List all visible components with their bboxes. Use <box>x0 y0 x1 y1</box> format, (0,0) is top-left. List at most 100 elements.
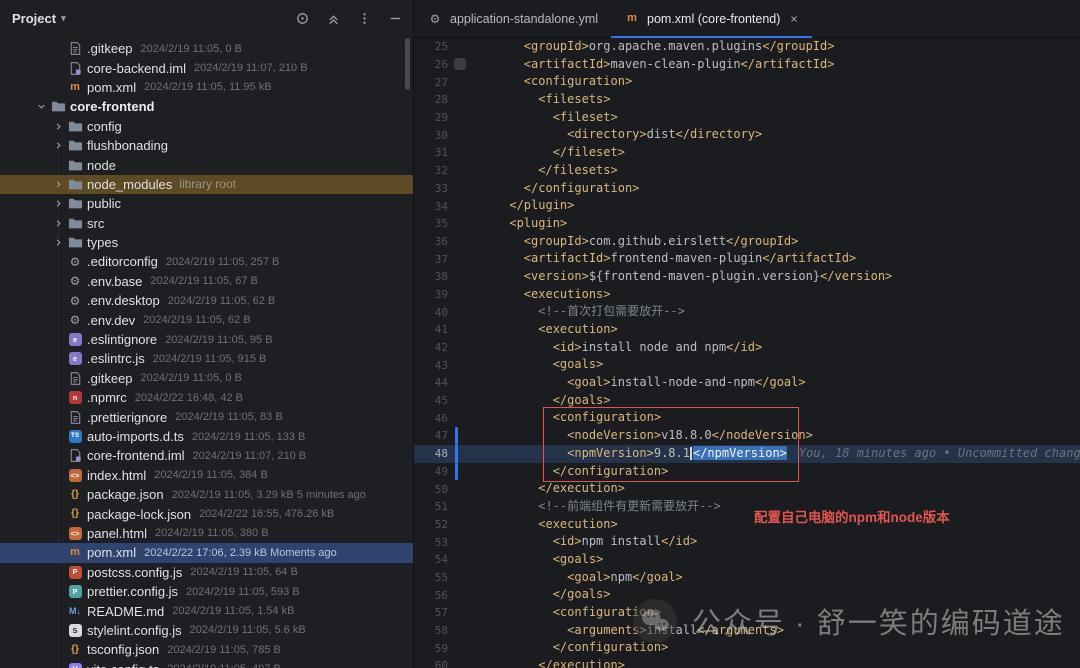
code-line-50[interactable]: 50 </execution> <box>414 480 1080 498</box>
code-line-48[interactable]: 48 <npmVersion>9.8.1 </npmVersion> You, 18… <box>414 444 1080 463</box>
code-line-46[interactable]: 46 <configuration> <box>414 409 1080 427</box>
tree-item-config[interactable]: config <box>0 117 413 136</box>
tree-item-index.html[interactable]: <> index.html 2024/2/19 11:05, 384 B <box>0 466 413 485</box>
code-line-40[interactable]: 40 <!--首次打包需要放开--> <box>414 303 1080 321</box>
code-line-29[interactable]: 29 <fileset> <box>414 109 1080 127</box>
tree-item-pom.xml[interactable]: m pom.xml 2024/2/19 11:05, 11.95 kB <box>0 78 413 97</box>
code-line-26[interactable]: 26 <artifactId>maven-clean-plugin</artif… <box>414 56 1080 74</box>
code-line-43[interactable]: 43 <goals> <box>414 356 1080 374</box>
tree-item-src[interactable]: src <box>0 214 413 233</box>
tree-item-.env.base[interactable]: ⚙ .env.base 2024/2/19 11:05, 67 B <box>0 272 413 291</box>
tree-item-core-backend.iml[interactable]: core-backend.iml 2024/2/19 11:07, 210 B <box>0 58 413 77</box>
code-line-52[interactable]: 52 <execution> <box>414 516 1080 534</box>
tree-item-meta: 2024/2/19 11:05, 83 B <box>175 411 283 424</box>
code-line-35[interactable]: 35 <plugin> <box>414 215 1080 233</box>
code-line-32[interactable]: 32 </filesets> <box>414 162 1080 180</box>
tree-item-stylelint.config.js[interactable]: Sstylelint.config.js 2024/2/19 11:05, 5.6… <box>0 621 413 640</box>
code-text: </filesets> <box>538 162 618 177</box>
code-line-45[interactable]: 45 </goals> <box>414 392 1080 410</box>
tab-application-standalone.yml[interactable]: ⚙ application-standalone.yml <box>414 0 611 37</box>
chevron-down-icon[interactable] <box>34 101 49 112</box>
code-line-49[interactable]: 49 </configuration> <box>414 463 1080 481</box>
tree-item-tsconfig.json[interactable]: {} tsconfig.json 2024/2/19 11:05, 785 B <box>0 640 413 659</box>
env-file-icon: ⚙ <box>69 313 81 328</box>
close-icon[interactable] <box>789 14 799 24</box>
more-icon[interactable] <box>356 10 372 26</box>
project-panel-toolbar <box>294 10 403 26</box>
code-text: <id>npm install</id> <box>552 534 698 549</box>
tree-item-.eslintignore[interactable]: e .eslintignore 2024/2/19 11:05, 95 B <box>0 330 413 349</box>
locate-icon[interactable] <box>294 10 310 26</box>
chevron-right-icon[interactable] <box>51 237 66 248</box>
collapse-all-icon[interactable] <box>325 10 341 26</box>
tree-item-.eslintrc.js[interactable]: e .eslintrc.js 2024/2/19 11:05, 915 B <box>0 349 413 368</box>
tree-item-prettier.config.js[interactable]: Pprettier.config.js 2024/2/19 11:05, 593 … <box>0 582 413 601</box>
tree-item-.env.dev[interactable]: ⚙ .env.dev 2024/2/19 11:05, 62 B <box>0 310 413 329</box>
project-view-selector[interactable]: Project ▾ <box>12 11 66 26</box>
code-line-37[interactable]: 37 <artifactId>frontend-maven-plugin</ar… <box>414 250 1080 268</box>
code-line-30[interactable]: 30 <directory>dist</directory> <box>414 126 1080 144</box>
tab-label: application-standalone.yml <box>450 11 599 26</box>
code-line-42[interactable]: 42 <id>install node and npm</id> <box>414 339 1080 357</box>
tree-item-core-frontend.iml[interactable]: core-frontend.iml 2024/2/19 11:07, 210 B <box>0 446 413 465</box>
code-line-41[interactable]: 41 <execution> <box>414 321 1080 339</box>
tree-item-package.json[interactable]: {} package.json 2024/2/19 11:05, 3.29 kB 5… <box>0 485 413 504</box>
code-line-25[interactable]: 25 <groupId>org.apache.maven.plugins</gr… <box>414 38 1080 56</box>
tree-item-panel.html[interactable]: <> panel.html 2024/2/19 11:05, 380 B <box>0 524 413 543</box>
tree-item-node_modules[interactable]: node_modules library root <box>0 174 413 195</box>
tree-item-flushbonading[interactable]: flushbonading <box>0 136 413 155</box>
tree-item-label: core-frontend.iml <box>87 448 185 464</box>
chevron-right-icon[interactable] <box>51 218 66 229</box>
editor[interactable]: 25 <groupId>org.apache.maven.plugins</gr… <box>414 38 1080 668</box>
code-line-36[interactable]: 36 <groupId>com.github.eirslett</groupId… <box>414 233 1080 251</box>
gutter-spacer <box>452 144 460 162</box>
code-text: <execution> <box>538 516 618 531</box>
tree-item-readme.md[interactable]: M↓ README.md 2024/2/19 11:05, 1.54 kB <box>0 601 413 620</box>
tree-item-.npmrc[interactable]: n .npmrc 2024/2/22 16:48, 42 B <box>0 388 413 407</box>
tree-item-.gitkeep[interactable]: .gitkeep 2024/2/19 11:05, 0 B <box>0 39 413 58</box>
tree-item-vite.config.ts[interactable]: Vvite.config.ts 2024/2/19 11:05, 497 B <box>0 660 413 668</box>
tree-item-postcss.config.js[interactable]: Ppostcss.config.js 2024/2/19 11:05, 64 B <box>0 563 413 582</box>
chevron-right-icon[interactable] <box>51 198 66 209</box>
code-line-47[interactable]: 47 <nodeVersion>v18.8.0</nodeVersion> <box>414 427 1080 445</box>
code-line-38[interactable]: 38 <version>${frontend-maven-plugin.vers… <box>414 268 1080 286</box>
chevron-right-icon[interactable] <box>51 140 66 151</box>
tree-item-.prettierignore[interactable]: .prettierignore 2024/2/19 11:05, 83 B <box>0 407 413 426</box>
code-line-39[interactable]: 39 <executions> <box>414 286 1080 304</box>
code-line-54[interactable]: 54 <goals> <box>414 551 1080 569</box>
hide-icon[interactable] <box>387 10 403 26</box>
tree-item-types[interactable]: types <box>0 233 413 252</box>
watermark-text: 公众号 · 舒一笑的编码道途 <box>692 608 1065 640</box>
tree-item-public[interactable]: public <box>0 194 413 213</box>
tree-item-.editorconfig[interactable]: ⚙ .editorconfig 2024/2/19 11:05, 257 B <box>0 252 413 271</box>
tree-item-meta: 2024/2/19 11:05, 11.95 kB <box>144 81 272 94</box>
gutter-spacer <box>452 233 460 251</box>
code-line-33[interactable]: 33 </configuration> <box>414 180 1080 198</box>
code-line-31[interactable]: 31 </fileset> <box>414 144 1080 162</box>
tree-item-pom.xml[interactable]: m pom.xml 2024/2/22 17:06, 2.39 kB Moments… <box>0 543 413 563</box>
code-line-55[interactable]: 55 <goal>npm</goal> <box>414 569 1080 587</box>
tree-item-meta: 2024/2/19 11:05, 497 B <box>167 663 281 668</box>
tree-item-.env.desktop[interactable]: ⚙ .env.desktop 2024/2/19 11:05, 62 B <box>0 291 413 310</box>
project-tree-scrollbar[interactable] <box>404 38 412 658</box>
code-line-44[interactable]: 44 <goal>install-node-and-npm</goal> <box>414 374 1080 392</box>
tab-pom.xml--core-frontend-[interactable]: m pom.xml (core-frontend) <box>611 0 813 38</box>
tree-item-meta: 2024/2/19 11:05, 593 B <box>186 585 300 598</box>
code-line-60[interactable]: 60 </execution> <box>414 657 1080 668</box>
chevron-right-icon[interactable] <box>51 179 66 190</box>
gutter-icon[interactable] <box>454 58 466 71</box>
code-line-34[interactable]: 34 </plugin> <box>414 197 1080 215</box>
tree-item-.gitkeep[interactable]: .gitkeep 2024/2/19 11:05, 0 B <box>0 369 413 388</box>
code-line-51[interactable]: 51 <!--前端组件有更新需要放开--> <box>414 498 1080 516</box>
tree-item-core-frontend[interactable]: core-frontend <box>0 97 413 116</box>
code-line-27[interactable]: 27 <configuration> <box>414 73 1080 91</box>
code-line-53[interactable]: 53 <id>npm install</id> <box>414 533 1080 551</box>
tree-item-label: README.md <box>87 603 165 619</box>
scrollbar-thumb[interactable] <box>405 38 410 90</box>
tree-item-package-lock.json[interactable]: {} package-lock.json 2024/2/22 16:55, 476.… <box>0 504 413 523</box>
code-text: <directory>dist</directory> <box>567 127 763 142</box>
tree-item-node[interactable]: node <box>0 155 413 174</box>
chevron-right-icon[interactable] <box>51 121 66 132</box>
tree-item-auto-imports.d.ts[interactable]: TS auto-imports.d.ts 2024/2/19 11:05, 133 … <box>0 427 413 446</box>
code-line-28[interactable]: 28 <filesets> <box>414 91 1080 109</box>
